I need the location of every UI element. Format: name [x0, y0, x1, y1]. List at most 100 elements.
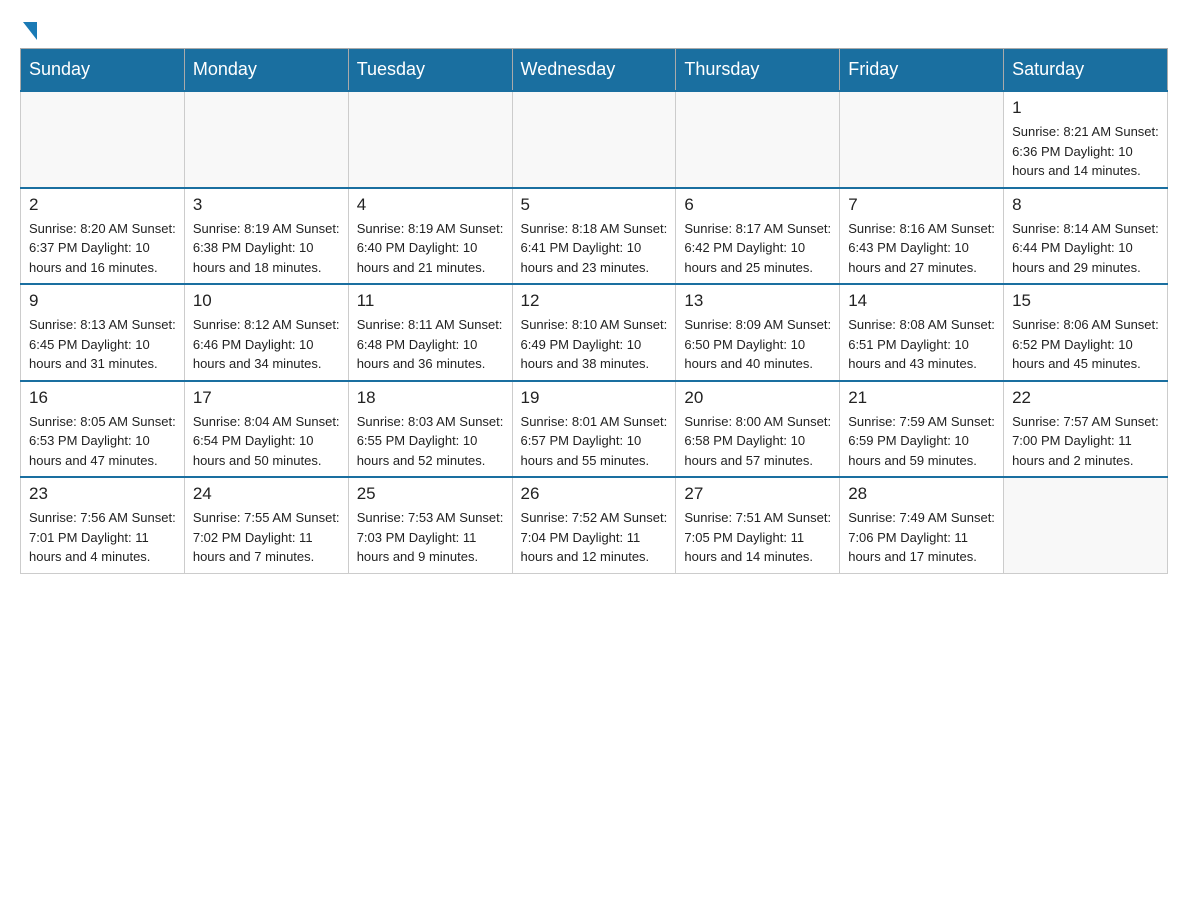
day-info: Sunrise: 7:59 AM Sunset: 6:59 PM Dayligh… [848, 412, 995, 471]
week-row-3: 9 Sunrise: 8:13 AM Sunset: 6:45 PM Daylig… [21, 284, 1168, 381]
day-number: 3 [193, 195, 340, 215]
day-number: 23 [29, 484, 176, 504]
calendar-cell: 14 Sunrise: 8:08 AM Sunset: 6:51 PM Dayli… [840, 284, 1004, 381]
week-row-1: 1 Sunrise: 8:21 AM Sunset: 6:36 PM Daylig… [21, 91, 1168, 188]
calendar-cell: 21 Sunrise: 7:59 AM Sunset: 6:59 PM Dayli… [840, 381, 1004, 478]
week-row-2: 2 Sunrise: 8:20 AM Sunset: 6:37 PM Daylig… [21, 188, 1168, 285]
calendar-cell: 25 Sunrise: 7:53 AM Sunset: 7:03 PM Dayli… [348, 477, 512, 573]
day-number: 19 [521, 388, 668, 408]
day-info: Sunrise: 8:17 AM Sunset: 6:42 PM Dayligh… [684, 219, 831, 278]
calendar-cell: 26 Sunrise: 7:52 AM Sunset: 7:04 PM Dayli… [512, 477, 676, 573]
day-info: Sunrise: 8:06 AM Sunset: 6:52 PM Dayligh… [1012, 315, 1159, 374]
day-number: 2 [29, 195, 176, 215]
day-number: 28 [848, 484, 995, 504]
day-number: 15 [1012, 291, 1159, 311]
calendar-cell: 4 Sunrise: 8:19 AM Sunset: 6:40 PM Daylig… [348, 188, 512, 285]
day-number: 6 [684, 195, 831, 215]
day-info: Sunrise: 7:57 AM Sunset: 7:00 PM Dayligh… [1012, 412, 1159, 471]
week-row-5: 23 Sunrise: 7:56 AM Sunset: 7:01 PM Dayli… [21, 477, 1168, 573]
day-info: Sunrise: 8:11 AM Sunset: 6:48 PM Dayligh… [357, 315, 504, 374]
day-info: Sunrise: 8:00 AM Sunset: 6:58 PM Dayligh… [684, 412, 831, 471]
day-info: Sunrise: 8:01 AM Sunset: 6:57 PM Dayligh… [521, 412, 668, 471]
day-header-wednesday: Wednesday [512, 49, 676, 92]
calendar-cell: 11Sunrise: 8:11 AM Sunset: 6:48 PM Dayli… [348, 284, 512, 381]
calendar-cell: 9 Sunrise: 8:13 AM Sunset: 6:45 PM Daylig… [21, 284, 185, 381]
calendar-cell: 5 Sunrise: 8:18 AM Sunset: 6:41 PM Daylig… [512, 188, 676, 285]
calendar-cell: 10 Sunrise: 8:12 AM Sunset: 6:46 PM Dayli… [184, 284, 348, 381]
day-number: 4 [357, 195, 504, 215]
calendar-cell [840, 91, 1004, 188]
calendar-cell [21, 91, 185, 188]
calendar-cell: 27 Sunrise: 7:51 AM Sunset: 7:05 PM Dayli… [676, 477, 840, 573]
calendar-cell: 28 Sunrise: 7:49 AM Sunset: 7:06 PM Dayli… [840, 477, 1004, 573]
calendar-cell: 23 Sunrise: 7:56 AM Sunset: 7:01 PM Dayli… [21, 477, 185, 573]
calendar-cell: 17 Sunrise: 8:04 AM Sunset: 6:54 PM Dayli… [184, 381, 348, 478]
day-info: Sunrise: 7:51 AM Sunset: 7:05 PM Dayligh… [684, 508, 831, 567]
day-header-friday: Friday [840, 49, 1004, 92]
calendar-cell: 12 Sunrise: 8:10 AM Sunset: 6:49 PM Dayli… [512, 284, 676, 381]
calendar-cell [184, 91, 348, 188]
day-number: 27 [684, 484, 831, 504]
day-info: Sunrise: 8:14 AM Sunset: 6:44 PM Dayligh… [1012, 219, 1159, 278]
day-info: Sunrise: 8:04 AM Sunset: 6:54 PM Dayligh… [193, 412, 340, 471]
day-number: 17 [193, 388, 340, 408]
day-info: Sunrise: 8:05 AM Sunset: 6:53 PM Dayligh… [29, 412, 176, 471]
calendar-cell: 13Sunrise: 8:09 AM Sunset: 6:50 PM Dayli… [676, 284, 840, 381]
week-row-4: 16 Sunrise: 8:05 AM Sunset: 6:53 PM Dayli… [21, 381, 1168, 478]
calendar-cell [512, 91, 676, 188]
day-header-thursday: Thursday [676, 49, 840, 92]
calendar-cell [1004, 477, 1168, 573]
calendar-cell: 7 Sunrise: 8:16 AM Sunset: 6:43 PM Daylig… [840, 188, 1004, 285]
day-info: Sunrise: 8:18 AM Sunset: 6:41 PM Dayligh… [521, 219, 668, 278]
day-info: Sunrise: 7:52 AM Sunset: 7:04 PM Dayligh… [521, 508, 668, 567]
calendar-cell: 24 Sunrise: 7:55 AM Sunset: 7:02 PM Dayli… [184, 477, 348, 573]
day-info: Sunrise: 8:21 AM Sunset: 6:36 PM Dayligh… [1012, 122, 1159, 181]
day-info: Sunrise: 7:49 AM Sunset: 7:06 PM Dayligh… [848, 508, 995, 567]
day-info: Sunrise: 7:55 AM Sunset: 7:02 PM Dayligh… [193, 508, 340, 567]
logo [20, 20, 54, 38]
page-header [20, 20, 1168, 38]
calendar-cell: 8 Sunrise: 8:14 AM Sunset: 6:44 PM Daylig… [1004, 188, 1168, 285]
day-number: 13 [684, 291, 831, 311]
day-number: 10 [193, 291, 340, 311]
day-info: Sunrise: 7:53 AM Sunset: 7:03 PM Dayligh… [357, 508, 504, 567]
day-number: 26 [521, 484, 668, 504]
day-info: Sunrise: 7:56 AM Sunset: 7:01 PM Dayligh… [29, 508, 176, 567]
day-header-saturday: Saturday [1004, 49, 1168, 92]
calendar-cell: 6 Sunrise: 8:17 AM Sunset: 6:42 PM Daylig… [676, 188, 840, 285]
calendar-table: SundayMondayTuesdayWednesdayThursdayFrid… [20, 48, 1168, 574]
calendar-cell: 20 Sunrise: 8:00 AM Sunset: 6:58 PM Dayli… [676, 381, 840, 478]
calendar-cell: 19 Sunrise: 8:01 AM Sunset: 6:57 PM Dayli… [512, 381, 676, 478]
day-number: 5 [521, 195, 668, 215]
calendar-cell: 16 Sunrise: 8:05 AM Sunset: 6:53 PM Dayli… [21, 381, 185, 478]
day-info: Sunrise: 8:12 AM Sunset: 6:46 PM Dayligh… [193, 315, 340, 374]
day-info: Sunrise: 8:19 AM Sunset: 6:38 PM Dayligh… [193, 219, 340, 278]
day-info: Sunrise: 8:19 AM Sunset: 6:40 PM Dayligh… [357, 219, 504, 278]
day-info: Sunrise: 8:10 AM Sunset: 6:49 PM Dayligh… [521, 315, 668, 374]
day-number: 7 [848, 195, 995, 215]
day-number: 24 [193, 484, 340, 504]
day-number: 18 [357, 388, 504, 408]
day-header-tuesday: Tuesday [348, 49, 512, 92]
day-header-monday: Monday [184, 49, 348, 92]
logo-triangle-icon [23, 22, 37, 40]
day-number: 16 [29, 388, 176, 408]
day-info: Sunrise: 8:13 AM Sunset: 6:45 PM Dayligh… [29, 315, 176, 374]
day-number: 21 [848, 388, 995, 408]
day-number: 8 [1012, 195, 1159, 215]
day-number: 1 [1012, 98, 1159, 118]
calendar-cell [676, 91, 840, 188]
day-number: 25 [357, 484, 504, 504]
day-info: Sunrise: 8:20 AM Sunset: 6:37 PM Dayligh… [29, 219, 176, 278]
calendar-cell: 1 Sunrise: 8:21 AM Sunset: 6:36 PM Daylig… [1004, 91, 1168, 188]
day-number: 14 [848, 291, 995, 311]
calendar-cell: 3 Sunrise: 8:19 AM Sunset: 6:38 PM Daylig… [184, 188, 348, 285]
day-number: 20 [684, 388, 831, 408]
day-number: 9 [29, 291, 176, 311]
day-info: Sunrise: 8:08 AM Sunset: 6:51 PM Dayligh… [848, 315, 995, 374]
day-info: Sunrise: 8:16 AM Sunset: 6:43 PM Dayligh… [848, 219, 995, 278]
calendar-cell: 15 Sunrise: 8:06 AM Sunset: 6:52 PM Dayli… [1004, 284, 1168, 381]
calendar-cell: 18Sunrise: 8:03 AM Sunset: 6:55 PM Dayli… [348, 381, 512, 478]
calendar-cell: 22Sunrise: 7:57 AM Sunset: 7:00 PM Dayli… [1004, 381, 1168, 478]
day-number: 12 [521, 291, 668, 311]
